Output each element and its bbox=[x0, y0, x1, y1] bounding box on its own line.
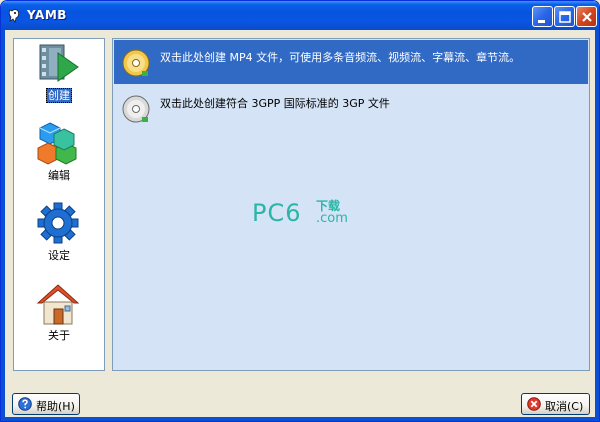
window-title: YAMB bbox=[27, 8, 67, 22]
sidebar-item-label: 设定 bbox=[48, 249, 70, 262]
sidebar: 创建 编辑 设定 关于 bbox=[13, 38, 105, 371]
create-film-icon bbox=[39, 44, 79, 82]
silver-disc-icon bbox=[122, 95, 150, 123]
cancel-button-label: 取消(C) bbox=[545, 400, 584, 413]
sidebar-item-label: 关于 bbox=[48, 329, 70, 342]
sidebar-item-settings[interactable]: 设定 bbox=[14, 199, 104, 273]
close-button[interactable] bbox=[576, 6, 597, 27]
help-icon bbox=[18, 397, 32, 411]
watermark-main: PC6 bbox=[252, 199, 302, 227]
title-bar[interactable]: YAMB bbox=[1, 1, 599, 30]
gold-disc-icon bbox=[122, 49, 150, 77]
close-icon bbox=[582, 12, 592, 22]
window-frame-left bbox=[1, 30, 5, 421]
watermark-suffix: .com bbox=[316, 211, 348, 226]
list-item-create-mp4[interactable]: 双击此处创建 MP4 文件，可使用多条音频流、视频流、字幕流、章节流。 bbox=[114, 40, 588, 84]
cancel-icon bbox=[527, 397, 541, 411]
help-button-label: 帮助(H) bbox=[36, 400, 75, 413]
minimize-button[interactable] bbox=[532, 6, 553, 27]
minimize-icon bbox=[538, 20, 545, 23]
list-item-text: 双击此处创建 MP4 文件，可使用多条音频流、视频流、字幕流、章节流。 bbox=[160, 51, 521, 64]
cancel-button[interactable]: 取消(C) bbox=[521, 393, 590, 415]
watermark-logo: PC6 下载 .com bbox=[252, 199, 362, 233]
list-item-text: 双击此处创建符合 3GPP 国际标准的 3GP 文件 bbox=[160, 97, 390, 110]
window-frame-right bbox=[595, 30, 599, 421]
window-frame-bottom bbox=[1, 417, 599, 421]
edit-cubes-icon bbox=[37, 122, 77, 165]
sidebar-item-create[interactable]: 创建 bbox=[14, 39, 104, 113]
settings-gear-icon bbox=[37, 202, 79, 244]
sidebar-item-label: 编辑 bbox=[48, 169, 70, 182]
sidebar-item-about[interactable]: 关于 bbox=[14, 279, 104, 353]
about-house-icon bbox=[36, 284, 80, 325]
maximize-icon bbox=[559, 11, 571, 23]
gnu-icon bbox=[8, 9, 20, 23]
maximize-button[interactable] bbox=[554, 6, 575, 27]
task-list: 双击此处创建 MP4 文件，可使用多条音频流、视频流、字幕流、章节流。 双击此处… bbox=[112, 38, 590, 371]
main-window: YAMB 创建 编辑 设定 关于 双击此处创建 MP4 文件，可使用多条音频流、… bbox=[0, 0, 600, 422]
sidebar-item-label: 创建 bbox=[46, 88, 72, 103]
sidebar-item-edit[interactable]: 编辑 bbox=[14, 119, 104, 193]
list-item-create-3gp[interactable]: 双击此处创建符合 3GPP 国际标准的 3GP 文件 bbox=[114, 86, 588, 130]
help-button[interactable]: 帮助(H) bbox=[12, 393, 80, 415]
